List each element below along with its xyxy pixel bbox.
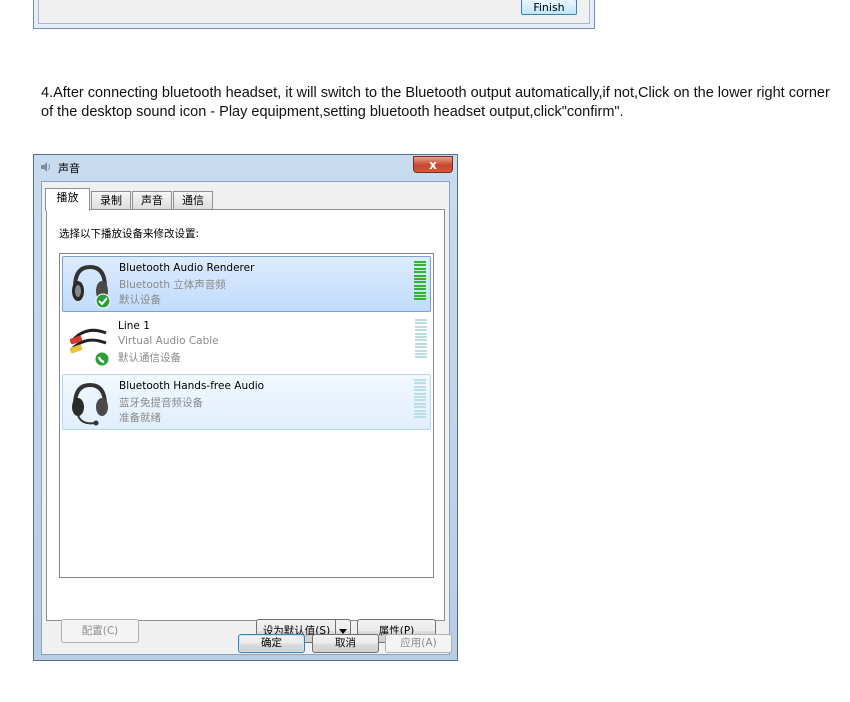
device-item-line-1[interactable]: Line 1 Virtual Audio Cable 默认通信设备 — [62, 315, 431, 371]
device-item-bluetooth-audio-renderer[interactable]: Bluetooth Audio Renderer Bluetooth 立体声音频… — [62, 256, 431, 312]
instruction-text: 4.After connecting bluetooth headset, it… — [41, 85, 830, 120]
apply-button[interactable]: 应用(A) — [385, 634, 452, 653]
ok-button[interactable]: 确定 — [238, 634, 305, 653]
window-title: 声音 — [58, 162, 80, 175]
volume-meter — [414, 261, 426, 301]
device-name: Line 1 — [118, 320, 150, 332]
device-status: 准备就绪 — [119, 412, 161, 424]
phone-badge-icon — [94, 351, 110, 367]
device-item-bluetooth-hands-free[interactable]: Bluetooth Hands-free Audio 蓝牙免提音频设备 准备就绪 — [62, 374, 431, 430]
previous-dialog: Finish — [33, 0, 595, 29]
device-description: Virtual Audio Cable — [118, 335, 219, 347]
headset-icon — [72, 382, 108, 426]
tab-sounds[interactable]: 声音 — [132, 191, 172, 210]
dialog-client-area: 播放 录制 声音 通信 选择以下播放设备来修改设置: Bluetooth Aud… — [41, 181, 452, 655]
tab-recording[interactable]: 录制 — [91, 191, 131, 210]
tab-communications[interactable]: 通信 — [173, 191, 213, 210]
device-name: Bluetooth Audio Renderer — [119, 262, 255, 274]
cancel-button[interactable]: 取消 — [312, 634, 379, 653]
volume-meter — [414, 379, 426, 419]
check-badge-icon — [95, 293, 111, 309]
sound-dialog: 声音 x 播放 录制 声音 通信 选择以下播放设备来修改设置: Bluetoot… — [33, 154, 458, 661]
speaker-icon — [41, 162, 50, 172]
device-list: Bluetooth Audio Renderer Bluetooth 立体声音频… — [59, 253, 434, 578]
device-status: 默认设备 — [119, 294, 161, 306]
tab-playback[interactable]: 播放 — [45, 188, 90, 211]
title-bar[interactable]: 声音 x — [34, 155, 457, 179]
device-name: Bluetooth Hands-free Audio — [119, 380, 265, 392]
previous-dialog-body: Finish — [38, 0, 590, 24]
volume-meter — [415, 319, 427, 359]
close-button[interactable]: x — [413, 156, 453, 173]
configure-button[interactable]: 配置(C) — [61, 619, 139, 643]
device-description: 蓝牙免提音频设备 — [119, 397, 203, 409]
device-status: 默认通信设备 — [118, 352, 181, 364]
finish-button[interactable]: Finish — [521, 0, 577, 15]
device-description: Bluetooth 立体声音频 — [119, 279, 226, 291]
headphones-icon — [72, 264, 111, 309]
audio-cable-icon — [69, 328, 110, 367]
playback-panel: 选择以下播放设备来修改设置: Bluetooth Audio Renderer … — [46, 209, 445, 643]
panel-instruction: 选择以下播放设备来修改设置: — [59, 228, 200, 240]
